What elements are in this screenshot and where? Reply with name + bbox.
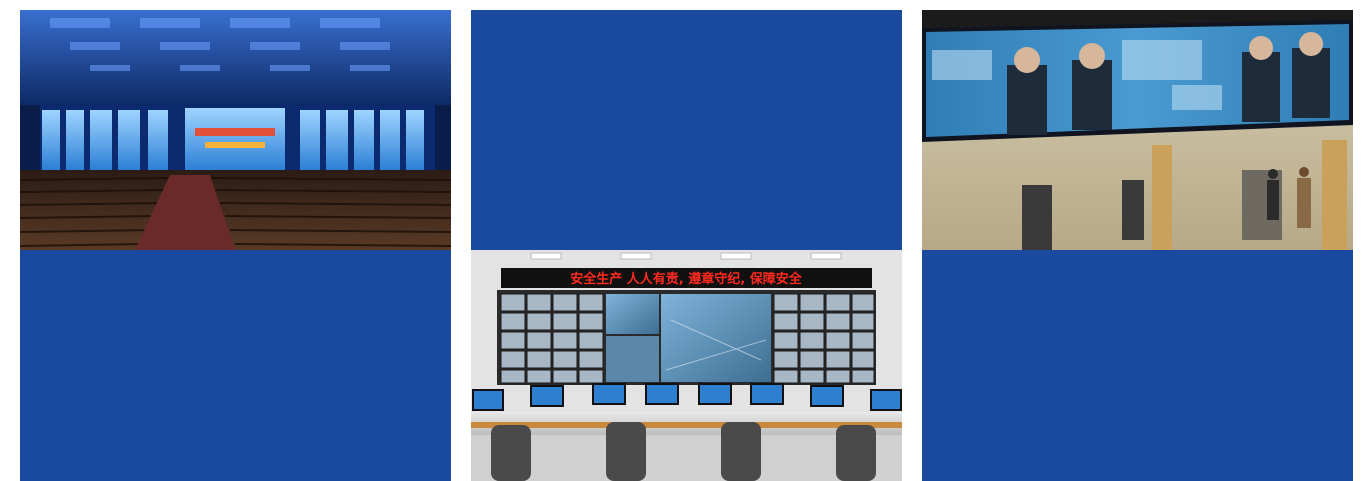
- blue-panel-bottom-left: [20, 250, 451, 481]
- video-wall-lobby-photo: [922, 10, 1353, 250]
- blue-panel-bottom-right: [922, 250, 1353, 481]
- conference-hall-photo: [20, 10, 451, 250]
- control-room-photo: 安全生产 人人有责, 遵章守纪, 保障安全: [471, 250, 902, 481]
- blue-panel-top: [471, 10, 902, 250]
- led-banner-text: 安全生产 人人有责, 遵章守纪, 保障安全: [570, 271, 802, 287]
